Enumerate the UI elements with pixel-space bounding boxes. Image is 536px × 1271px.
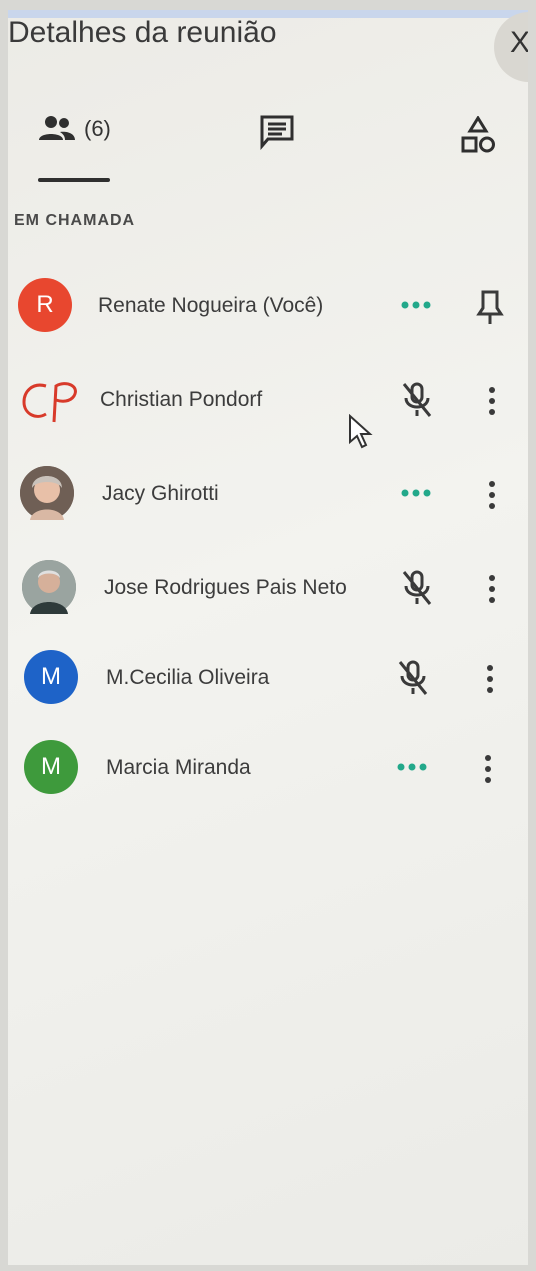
participant-name: Marcia Miranda: [106, 756, 251, 779]
speaking-dots-icon: [401, 489, 431, 497]
participant-name: Jacy Ghirotti: [102, 482, 219, 505]
more-options-icon[interactable]: [488, 386, 496, 416]
chat-icon: [260, 115, 294, 150]
meeting-details-panel: Detalhes da reunião X (6) EM CHAMADA R R…: [8, 10, 528, 1265]
participant-name: Jose Rodrigues Pais Neto: [104, 576, 347, 599]
participant-row[interactable]: M Marcia Miranda: [8, 740, 528, 800]
tab-activities[interactable]: [460, 116, 496, 156]
more-options-icon[interactable]: [486, 664, 494, 694]
active-tab-indicator: [38, 178, 110, 182]
avatar: [22, 382, 77, 423]
more-options-icon[interactable]: [488, 574, 496, 604]
participant-row[interactable]: R Renate Nogueira (Você): [8, 278, 528, 338]
participant-row[interactable]: Jacy Ghirotti: [8, 466, 528, 526]
avatar-photo-graphic: [22, 560, 76, 614]
avatar-photo: [22, 560, 76, 614]
avatar: M: [24, 740, 78, 794]
speaking-dots-icon: [397, 763, 427, 771]
more-options-icon[interactable]: [484, 754, 492, 784]
mic-off-icon: [402, 570, 432, 605]
more-options-icon[interactable]: [488, 480, 496, 510]
participant-name: Christian Pondorf: [100, 388, 263, 411]
mouse-cursor-icon: [349, 414, 373, 449]
activities-icon: [461, 116, 495, 153]
people-count: (6): [84, 116, 111, 141]
avatar-photo-graphic: [20, 466, 74, 520]
panel-title: Detalhes da reunião: [8, 16, 277, 49]
close-icon: X: [510, 26, 528, 59]
participant-row[interactable]: M M.Cecilia Oliveira: [8, 650, 528, 710]
close-button[interactable]: X: [494, 12, 528, 82]
mic-off-icon: [398, 660, 428, 695]
pin-icon[interactable]: [476, 288, 504, 328]
tab-people[interactable]: (6): [38, 114, 111, 144]
participant-row[interactable]: Jose Rodrigues Pais Neto: [8, 560, 528, 620]
avatar: R: [18, 278, 72, 332]
section-in-call-label: EM CHAMADA: [14, 212, 136, 229]
tab-chat[interactable]: [258, 114, 296, 150]
avatar: M: [24, 650, 78, 704]
people-icon: [39, 116, 75, 140]
avatar-photo: [20, 466, 74, 520]
participant-row[interactable]: Christian Pondorf: [8, 372, 528, 432]
participant-name: Renate Nogueira (Você): [98, 294, 324, 317]
participant-name: M.Cecilia Oliveira: [106, 666, 270, 689]
mic-off-icon: [402, 382, 432, 417]
speaking-dots-icon: [401, 301, 431, 309]
